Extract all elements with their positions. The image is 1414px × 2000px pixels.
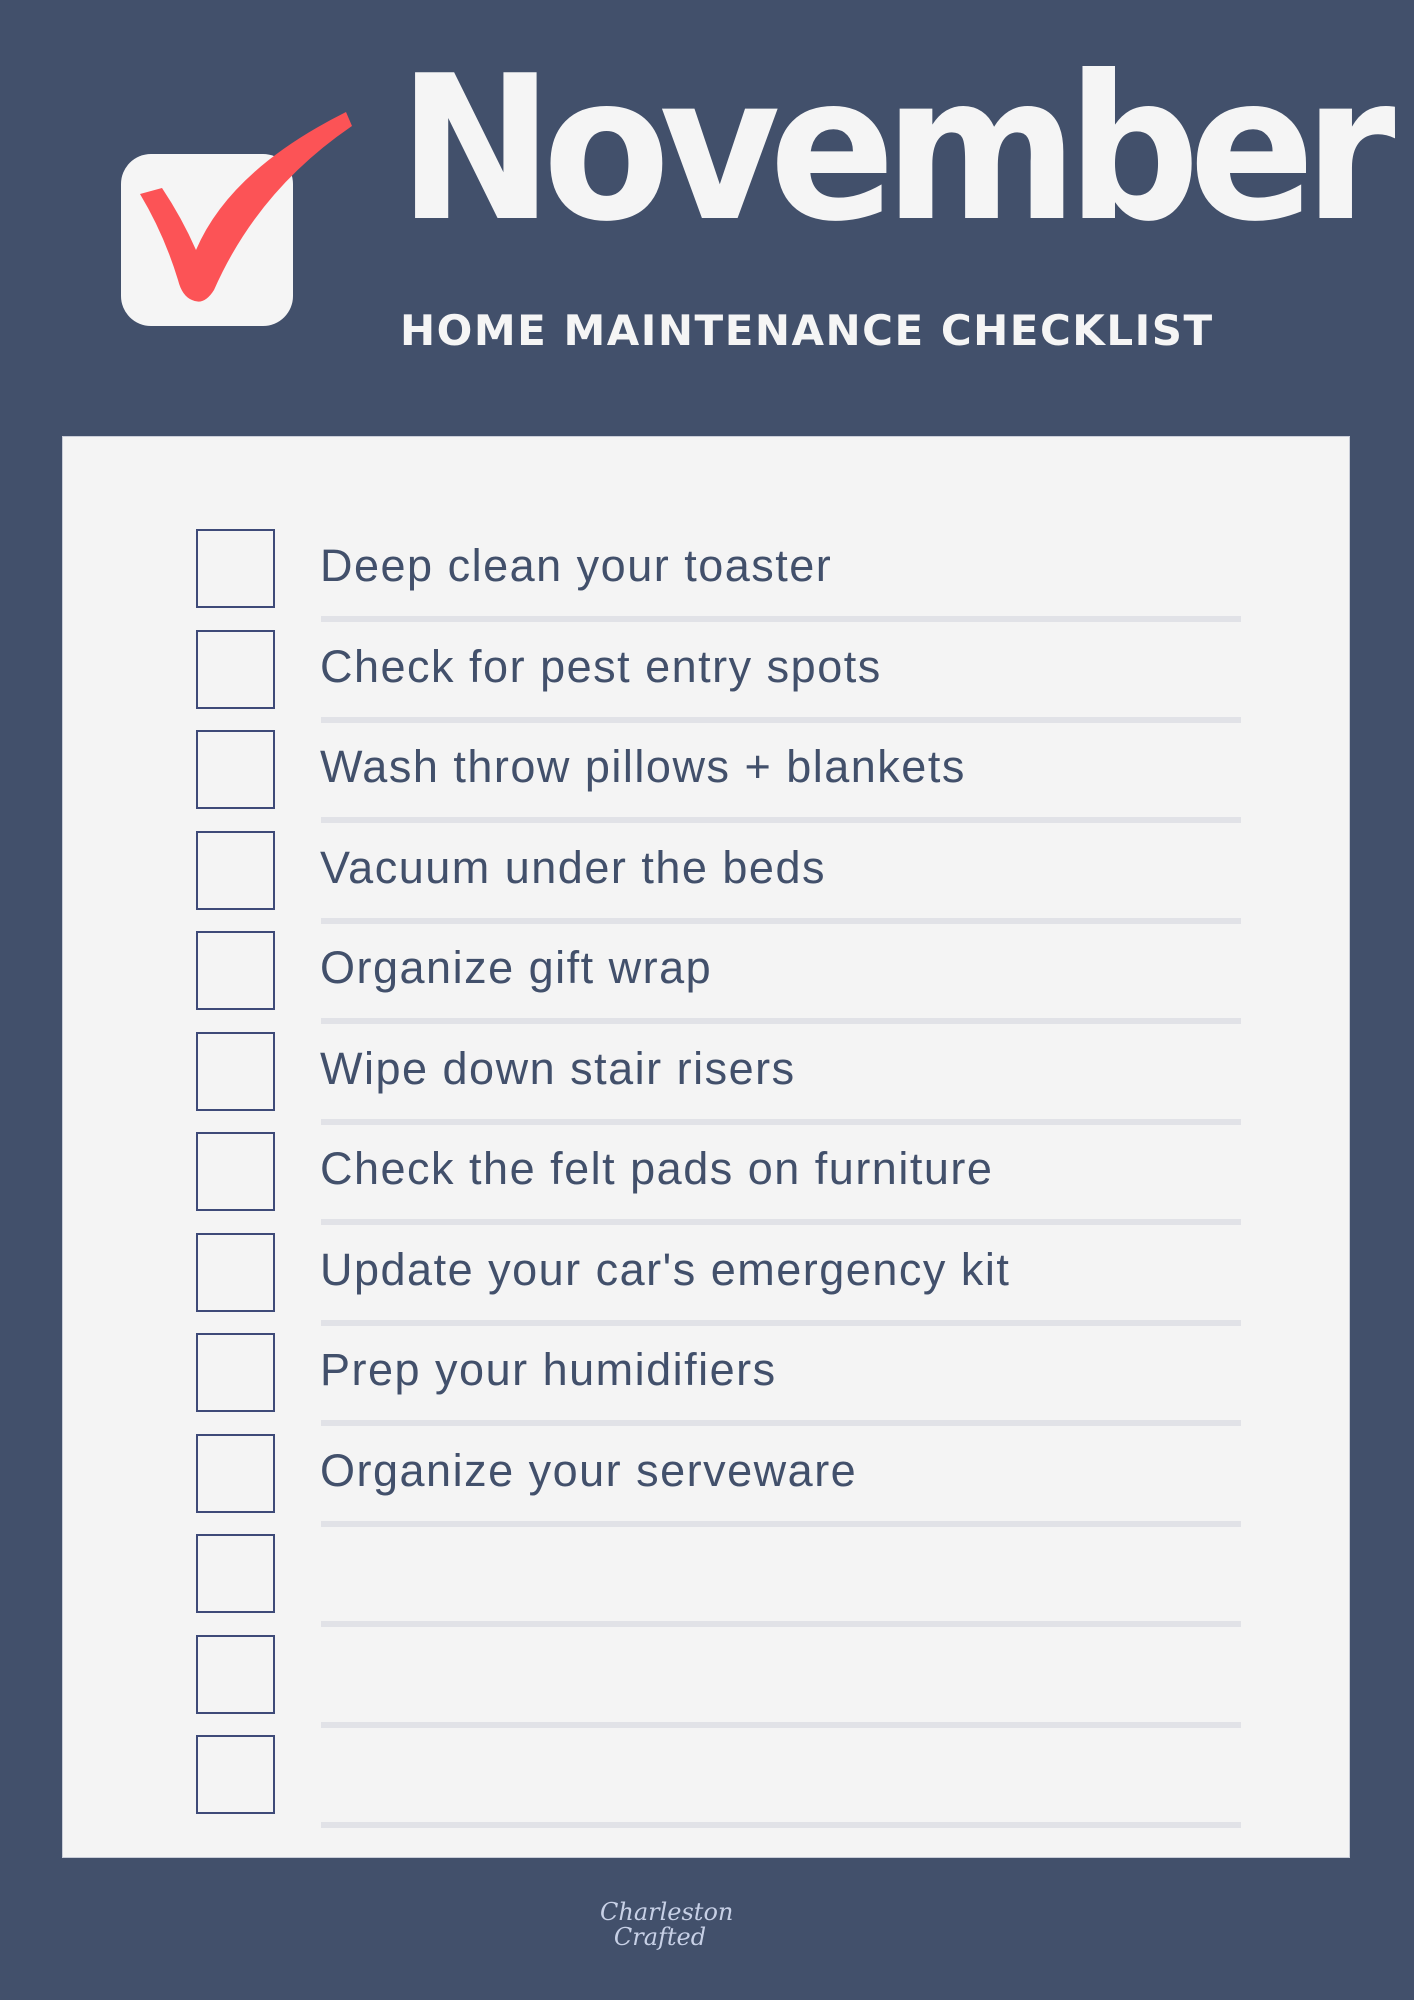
page-title: November [398, 33, 1396, 266]
checklist-item: Wipe down stair risers [63, 1031, 1349, 1132]
checklist-item-label: Organize your serveware [320, 1444, 858, 1496]
checkbox[interactable] [196, 931, 275, 1010]
checklist-item: Check for pest entry spots [63, 629, 1349, 730]
write-in-line [321, 1822, 1241, 1828]
checklist-item-label: Prep your humidifiers [320, 1344, 777, 1395]
checklist-item [63, 1735, 1349, 1835]
brand-line-2: Crafted [613, 1923, 707, 1952]
checklist-item: Organize gift wrap [63, 931, 1349, 1031]
write-in-line [321, 1018, 1241, 1024]
write-in-line [321, 817, 1241, 823]
checkbox[interactable] [196, 1634, 275, 1714]
checklist-card: Deep clean your toaster Check for pest en… [62, 436, 1350, 1858]
write-in-line [321, 616, 1241, 622]
checklist-item: Check the felt pads on furniture [63, 1132, 1349, 1232]
checklist-item-label: Check for pest entry spots [320, 640, 882, 692]
checkbox[interactable] [196, 1132, 275, 1211]
checkbox[interactable] [196, 730, 275, 809]
write-in-line [321, 1621, 1241, 1627]
checkbox[interactable] [196, 629, 275, 709]
checkbox[interactable] [196, 1232, 275, 1312]
brand-logo: Charleston Crafted [600, 1898, 734, 1952]
checklist-item: Wash throw pillows + blankets [63, 730, 1349, 830]
checklist-item: Vacuum under the beds [63, 830, 1349, 931]
write-in-line [321, 1219, 1241, 1225]
write-in-line [321, 1721, 1241, 1728]
page-subtitle: HOME MAINTENANCE CHECKLIST [400, 306, 1214, 355]
brand-line-1: Charleston [600, 1898, 734, 1926]
checklist-item-label: Deep clean your toaster [320, 540, 833, 591]
checkbox[interactable] [196, 1433, 275, 1513]
write-in-line [321, 917, 1241, 924]
checklist-item: Update your car's emergency kit [63, 1232, 1349, 1333]
checkbox[interactable] [196, 1735, 275, 1814]
checklist-item-label: Check the felt pads on furniture [320, 1143, 994, 1194]
checkbox[interactable] [196, 1333, 275, 1412]
checklist-item: Organize your serveware [63, 1433, 1349, 1534]
checklist-item-label: Wash throw pillows + blankets [320, 741, 966, 792]
write-in-line [321, 716, 1241, 723]
checklist-item-label: Wipe down stair risers [320, 1042, 796, 1094]
checklist-item [63, 1534, 1349, 1634]
write-in-line [321, 1420, 1241, 1426]
write-in-line [321, 1520, 1241, 1527]
checkbox[interactable] [196, 529, 275, 608]
write-in-line [321, 1118, 1241, 1125]
checklist-item: Prep your humidifiers [63, 1333, 1349, 1433]
checkbox[interactable] [196, 830, 275, 910]
write-in-line [321, 1319, 1241, 1326]
checkbox[interactable] [196, 1534, 275, 1613]
checklist-item-label: Organize gift wrap [320, 942, 713, 993]
checkbox[interactable] [196, 1031, 275, 1111]
checklist-item-label: Update your car's emergency kit [320, 1243, 1011, 1295]
checklist-item-label: Vacuum under the beds [320, 841, 826, 893]
checklist-item: Deep clean your toaster [63, 529, 1349, 629]
checkmark-icon [140, 112, 352, 302]
checklist-item [63, 1634, 1349, 1735]
